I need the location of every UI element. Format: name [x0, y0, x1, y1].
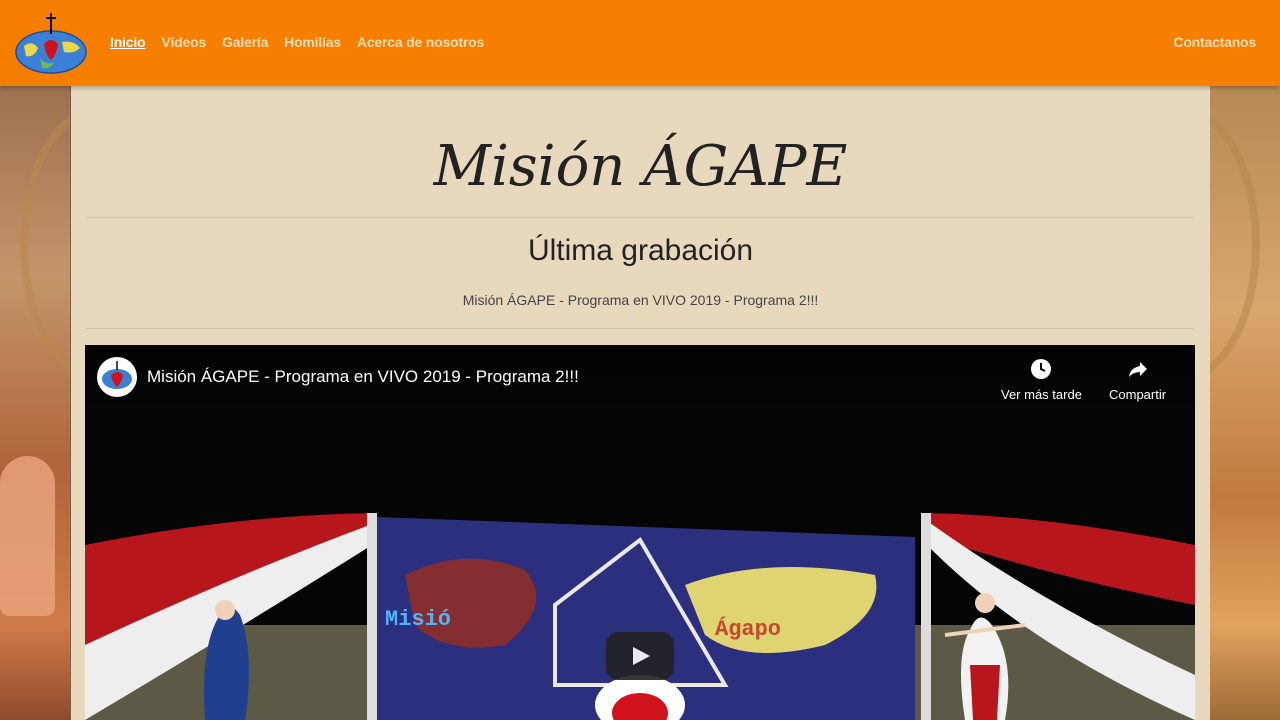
- logo-icon[interactable]: [14, 12, 88, 76]
- background-image-left: [0, 86, 70, 720]
- svg-text:Ágapo: Ágapo: [715, 616, 781, 642]
- divider: [86, 217, 1194, 218]
- channel-avatar[interactable]: [97, 357, 137, 397]
- nav-link-inicio[interactable]: Inicio: [110, 34, 146, 50]
- main-content: Misión ÁGAPE Última grabación Misión ÁGA…: [71, 86, 1210, 720]
- background-image-right: [1210, 86, 1280, 720]
- watch-later-label: Ver más tarde: [1001, 387, 1082, 402]
- nav-links: Inicio Vídeos Galería Homilías Acerca de…: [110, 34, 484, 50]
- section-subtitle: Misión ÁGAPE - Programa en VIVO 2019 - P…: [462, 292, 819, 308]
- page-title: Misión ÁGAPE: [433, 134, 848, 199]
- nav-link-acerca[interactable]: Acerca de nosotros: [357, 34, 484, 50]
- nav-link-contactanos[interactable]: Contactanos: [1173, 34, 1256, 50]
- svg-text:Misió: Misió: [385, 607, 451, 632]
- video-player[interactable]: Misió Ágapo Misión ÁGAPE - Programa en V…: [85, 345, 1195, 720]
- share-label: Compartir: [1109, 387, 1167, 402]
- top-navbar: Inicio Vídeos Galería Homilías Acerca de…: [0, 0, 1280, 86]
- youtube-play-icon[interactable]: [606, 632, 674, 680]
- share-icon: [1109, 357, 1166, 381]
- video-title[interactable]: Misión ÁGAPE - Programa en VIVO 2019 - P…: [147, 367, 579, 387]
- clock-icon: [1001, 357, 1082, 381]
- share-button[interactable]: Compartir: [1109, 357, 1166, 402]
- nav-link-homilias[interactable]: Homilías: [284, 34, 341, 50]
- nav-link-galeria[interactable]: Galería: [222, 34, 268, 50]
- watch-later-button[interactable]: Ver más tarde: [1001, 357, 1082, 402]
- section-heading: Última grabación: [527, 234, 754, 267]
- nav-link-videos[interactable]: Vídeos: [161, 34, 206, 50]
- divider: [86, 328, 1194, 329]
